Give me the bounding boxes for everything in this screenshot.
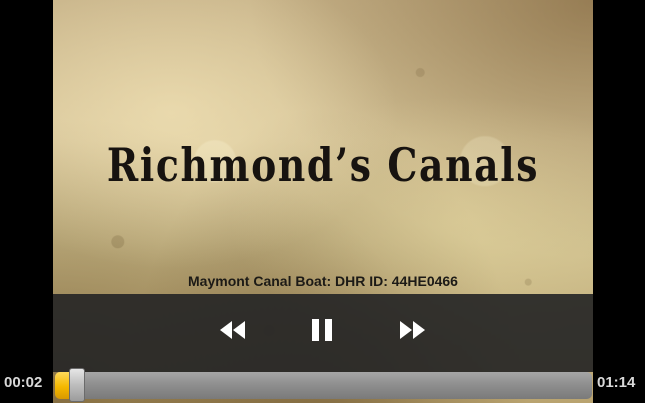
seek-thumb[interactable] bbox=[69, 368, 85, 402]
seek-bar[interactable] bbox=[55, 372, 592, 399]
playback-controls bbox=[53, 294, 593, 372]
fast-forward-button[interactable] bbox=[396, 316, 430, 344]
elapsed-time: 00:02 bbox=[4, 374, 43, 391]
video-player: Richmond’s Canals Maymont Canal Boat: DH… bbox=[0, 0, 645, 403]
fast-forward-icon bbox=[400, 321, 425, 339]
pause-icon bbox=[312, 319, 332, 341]
video-title-card: Richmond’s Canals bbox=[106, 138, 540, 192]
rewind-button[interactable] bbox=[215, 316, 249, 344]
video-caption: Maymont Canal Boat: DHR ID: 44HE0466 bbox=[188, 273, 458, 289]
pause-button[interactable] bbox=[309, 316, 335, 344]
rewind-icon bbox=[220, 321, 245, 339]
total-time: 01:14 bbox=[597, 374, 636, 391]
